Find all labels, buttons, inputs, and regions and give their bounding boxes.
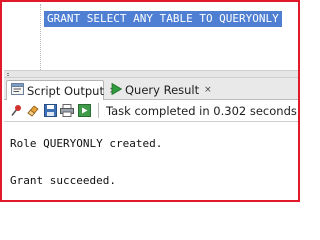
run-triangle-icon [111, 82, 123, 98]
close-tab-icon[interactable]: × [204, 85, 212, 95]
save-icon[interactable] [43, 103, 57, 119]
tab-script-output-label: Script Output [27, 83, 104, 98]
pin-icon[interactable] [9, 103, 23, 119]
sql-editor[interactable]: GRANT SELECT ANY TABLE TO QUERYONLY [4, 4, 298, 70]
print-icon[interactable] [60, 103, 74, 119]
tab-query-result[interactable]: Query Result × [107, 80, 227, 100]
tab-script-output[interactable]: Script Output × [6, 80, 117, 100]
splitter-grip-icon [7, 73, 11, 77]
task-status-text: Task completed in 0.302 seconds [106, 103, 297, 118]
output-line: Grant succeeded. [10, 174, 116, 187]
output-line: Role QUERYONLY created. [10, 137, 163, 150]
window-frame: GRANT SELECT ANY TABLE TO QUERYONLY Scri… [0, 0, 300, 202]
output-tab-bar: Script Output × Query Result × [4, 78, 298, 100]
output-toolbar: Task completed in 0.302 seconds [4, 100, 298, 122]
panel-splitter[interactable] [4, 70, 298, 78]
script-output-icon [11, 83, 24, 98]
script-output-panel[interactable]: Role QUERYONLY created. Grant succeeded. [4, 122, 298, 200]
export-icon[interactable] [77, 103, 91, 119]
eraser-icon[interactable] [26, 103, 40, 119]
sql-statement[interactable]: GRANT SELECT ANY TABLE TO QUERYONLY [44, 11, 282, 27]
editor-gutter [40, 4, 41, 70]
tab-query-result-label: Query Result [125, 83, 200, 97]
toolbar-separator [98, 103, 99, 118]
